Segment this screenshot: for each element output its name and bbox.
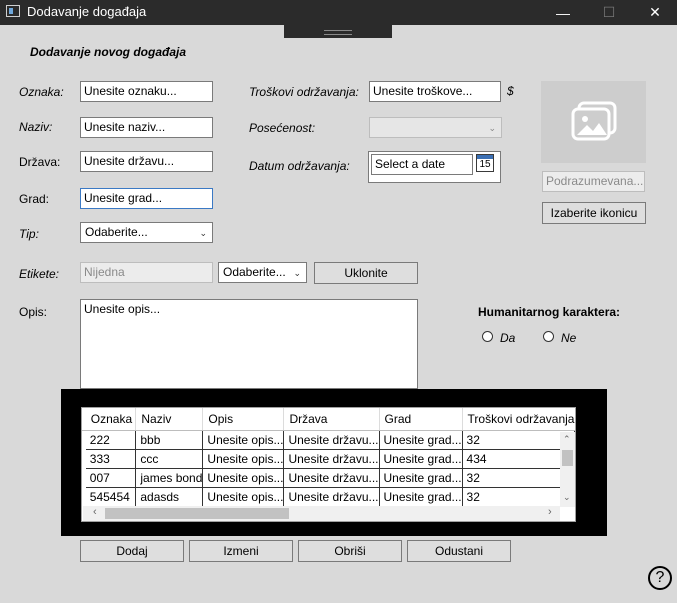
table-row[interactable]: 545454 adasds Unesite opis... Unesite dr… [82,487,576,507]
humanitarian-no-label: Ne [561,331,577,345]
table-row[interactable]: 007 james bond Unesite opis... Unesite d… [82,468,576,488]
datum-label: Datum održavanja: [249,159,350,173]
cancel-button[interactable]: Odustani [407,540,511,562]
icon-preview [541,81,646,163]
table-cell[interactable]: Unesite opis... [202,449,285,469]
chevron-down-icon: ⌄ [293,268,301,278]
app-icon [6,5,20,17]
column-header[interactable]: Država [283,408,380,431]
etikete-field: Nijedna [80,262,213,283]
column-header[interactable]: Grad [379,408,463,431]
maximize-button[interactable]: ☐ [586,0,632,25]
uklonite-button[interactable]: Uklonite [314,262,418,284]
delete-button[interactable]: Obriši [298,540,402,562]
table-cell[interactable]: Unesite grad... [379,487,463,507]
date-picker[interactable]: Select a date 15 [368,151,501,183]
add-button[interactable]: Dodaj [80,540,184,562]
grad-input[interactable]: Unesite grad... [80,188,213,209]
naziv-input[interactable]: Unesite naziv... [80,117,213,138]
form-title: Dodavanje novog događaja [30,45,187,59]
horizontal-scrollbar[interactable]: ‹ › [83,506,560,521]
table-cell[interactable]: 222 [85,430,137,450]
table-cell[interactable]: Unesite opis... [202,430,285,450]
grad-label: Grad: [19,192,50,206]
table-row[interactable]: 333 ccc Unesite opis... Unesite državu..… [82,449,576,469]
naziv-label: Naziv: [19,120,53,134]
minimize-button[interactable]: — [540,0,586,25]
calendar-icon[interactable]: 15 [476,154,494,172]
currency-label: $ [507,84,514,98]
table-cell[interactable]: james bond [135,468,204,488]
window-title: Dodavanje događaja [27,4,147,19]
table-cell[interactable]: Unesite državu... [283,468,380,488]
close-button[interactable]: ✕ [632,0,677,25]
etikete-select-value: Odaberite... [223,265,286,279]
etikete-label: Etikete: [19,267,60,281]
table-cell[interactable]: Unesite opis... [202,487,285,507]
title-bar: Dodavanje događaja — ☐ ✕ [0,0,677,25]
date-input[interactable]: Select a date [371,154,473,175]
drzava-input[interactable]: Unesite državu... [80,151,213,172]
posecenost-select: ⌄ [369,117,502,138]
calendar-day: 15 [479,159,491,170]
table-cell[interactable]: adasds [135,487,204,507]
table-cell[interactable]: Unesite opis... [202,468,285,488]
table-cell[interactable]: ccc [135,449,204,469]
table-cell[interactable]: Unesite državu... [283,449,380,469]
oznaka-label: Oznaka: [19,85,64,99]
opis-textarea[interactable]: Unesite opis... [80,299,418,389]
chevron-down-icon: ⌄ [199,228,207,238]
table-cell[interactable]: 32 [462,487,576,507]
table-cell[interactable]: 333 [85,449,137,469]
tip-select-value: Odaberite... [85,225,148,239]
table-cell[interactable]: Unesite grad... [379,449,463,469]
scroll-left-icon[interactable]: ‹ [93,506,97,518]
image-placeholder-icon [571,101,617,141]
tip-label: Tip: [19,227,39,241]
troskovi-label: Troškovi održavanja: [249,85,359,99]
scroll-down-icon[interactable]: ⌄ [563,492,571,503]
humanitarian-yes-label: Da [500,331,516,345]
events-table-grid: Oznaka Naziv Opis Država Grad Troškovi o… [82,408,576,507]
table-cell[interactable]: Unesite grad... [379,468,463,488]
choose-icon-button[interactable]: Izaberite ikonicu [542,202,646,224]
chevron-down-icon: ⌄ [488,123,496,133]
troskovi-input[interactable]: Unesite troškove... [369,81,501,102]
table-cell[interactable]: 545454 [85,487,137,507]
vertical-scroll-thumb[interactable] [562,450,573,466]
vertical-scrollbar[interactable]: ⌃ ⌄ [560,432,575,507]
table-cell[interactable]: bbb [135,430,204,450]
oznaka-input[interactable]: Unesite oznaku... [80,81,213,102]
table-cell[interactable]: Unesite državu... [283,487,380,507]
column-header[interactable]: Oznaka [85,408,137,431]
table-header-row: Oznaka Naziv Opis Država Grad Troškovi o… [82,408,575,431]
table-cell[interactable]: 32 [462,430,576,450]
scroll-right-icon[interactable]: › [548,506,552,518]
table-cell[interactable]: Unesite državu... [283,430,380,450]
horizontal-scroll-thumb[interactable] [105,508,289,519]
humanitarian-no-radio[interactable] [543,331,554,342]
drzava-label: Država: [19,155,61,169]
humanitarian-yes-radio[interactable] [482,331,493,342]
table-row[interactable]: 222 bbb Unesite opis... Unesite državu..… [82,430,576,450]
column-header[interactable]: Opis [202,408,285,431]
icon-default-field: Podrazumevana... [542,171,645,192]
table-cell[interactable]: 434 [462,449,576,469]
opis-label: Opis: [19,305,48,319]
humanitarian-label: Humanitarnog karaktera: [478,305,621,319]
drag-grip[interactable] [284,25,392,38]
scroll-up-icon[interactable]: ⌃ [563,434,571,445]
help-icon[interactable]: ? [648,566,672,590]
posecenost-label: Posećenost: [249,121,316,135]
column-header[interactable]: Naziv [135,408,204,431]
events-table[interactable]: Oznaka Naziv Opis Država Grad Troškovi o… [81,407,576,522]
edit-button[interactable]: Izmeni [189,540,293,562]
column-header[interactable]: Troškovi održavanja [462,408,575,431]
table-cell[interactable]: 32 [462,468,576,488]
tip-select[interactable]: Odaberite... ⌄ [80,222,213,243]
etikete-select[interactable]: Odaberite... ⌄ [218,262,307,283]
table-cell[interactable]: Unesite grad... [379,430,463,450]
table-cell[interactable]: 007 [85,468,137,488]
